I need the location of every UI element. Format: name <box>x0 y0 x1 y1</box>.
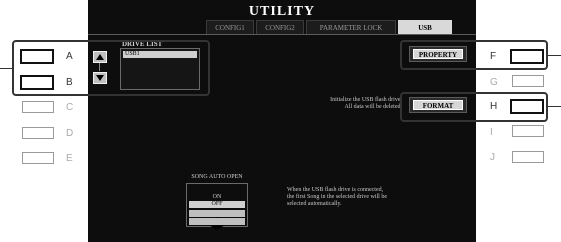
song-up-button[interactable] <box>189 210 245 222</box>
song-note-line2: the first Song in the selected drive wil… <box>287 194 387 200</box>
hw-button-j-letter: J <box>490 152 495 163</box>
hw-button-g[interactable] <box>512 75 544 87</box>
tab-parameter-lock[interactable]: PARAMETER LOCK <box>306 20 396 34</box>
hw-button-a[interactable] <box>20 49 54 64</box>
song-note-line1: When the USB flash drive is connected, <box>287 187 384 193</box>
song-option-on[interactable]: ON <box>189 194 245 201</box>
song-auto-open-selector[interactable]: ON OFF <box>186 183 248 230</box>
hw-button-c-letter: C <box>66 102 74 113</box>
left-callout-line <box>0 68 12 69</box>
hw-button-e-letter: E <box>66 153 73 164</box>
song-note-line3: selected automatically. <box>287 201 342 207</box>
hw-button-f-letter: F <box>490 51 497 62</box>
page-title: UTILITY <box>248 4 316 19</box>
song-option-off[interactable]: OFF <box>189 201 245 208</box>
tab-usb[interactable]: USB <box>398 20 452 34</box>
format-info-line2: All data will be deleted. <box>344 104 402 110</box>
format-info: Initialize the USB flash drive. All data… <box>260 97 402 111</box>
down-arrow-icon <box>209 225 225 230</box>
song-down-button[interactable] <box>189 218 245 230</box>
song-auto-open-note: When the USB flash drive is connected, t… <box>287 187 387 208</box>
hw-button-i-letter: I <box>490 127 493 138</box>
hw-button-h-letter: H <box>490 101 498 112</box>
hw-button-e[interactable] <box>22 152 54 164</box>
right-callout-line-f <box>548 55 561 56</box>
format-info-line1: Initialize the USB flash drive. <box>330 97 402 103</box>
tab-config2[interactable]: CONFIG2 <box>256 20 304 34</box>
hw-button-f[interactable] <box>510 49 544 64</box>
hw-button-h[interactable] <box>510 99 544 114</box>
tab-divider <box>88 34 476 35</box>
hw-button-c[interactable] <box>22 101 54 113</box>
hw-button-g-letter: G <box>490 77 498 88</box>
hw-button-i[interactable] <box>512 125 544 137</box>
song-auto-open-label: SONG AUTO OPEN <box>191 174 243 180</box>
hw-button-b[interactable] <box>20 75 54 90</box>
right-callout-line-h <box>548 106 561 107</box>
hw-button-d[interactable] <box>22 127 54 139</box>
hw-button-a-letter: A <box>66 51 73 62</box>
tab-config1[interactable]: CONFIG1 <box>206 20 254 34</box>
hw-button-j[interactable] <box>512 151 544 163</box>
hw-button-d-letter: D <box>66 128 74 139</box>
hw-button-b-letter: B <box>66 77 73 88</box>
